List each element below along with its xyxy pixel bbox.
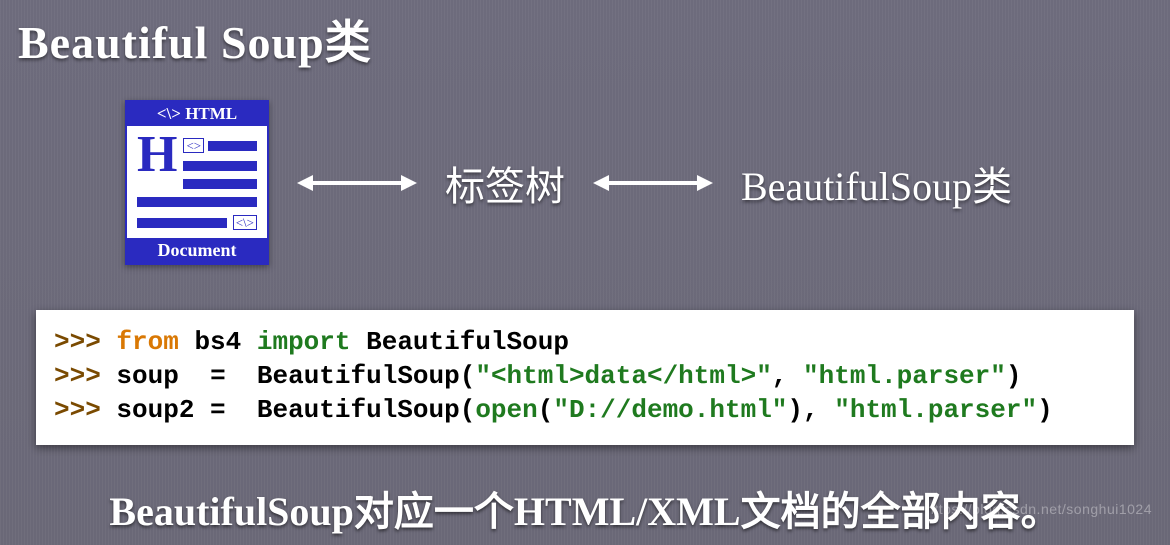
- paren-close: ): [787, 395, 803, 425]
- paren-close: ): [1037, 395, 1053, 425]
- var-soup2: soup2: [116, 395, 194, 425]
- doc-icon-header: <\> HTML: [127, 102, 267, 126]
- eq: =: [210, 361, 226, 391]
- eq: =: [210, 395, 226, 425]
- diagram-label-right: BeautifulSoup类: [741, 154, 1012, 212]
- paren-close: ): [1006, 361, 1022, 391]
- doc-icon-letter: H: [137, 132, 177, 179]
- class-name: BeautifulSoup: [257, 361, 460, 391]
- doc-icon-close-tag: <\>: [233, 215, 257, 230]
- paren-open: (: [538, 395, 554, 425]
- prompt: >>>: [54, 395, 101, 425]
- diagram-row: <\> HTML H <> <\> Document: [125, 100, 1012, 265]
- diagram-label-middle: 标签树: [445, 154, 565, 212]
- var-soup: soup: [116, 361, 178, 391]
- watermark: https://blog.csdn.net/songhui1024: [926, 501, 1152, 517]
- prompt: >>>: [54, 361, 101, 391]
- prompt: >>>: [54, 327, 101, 357]
- doc-icon-footer: Document: [127, 238, 267, 263]
- class-name: BeautifulSoup: [257, 395, 460, 425]
- str-parser: "html.parser": [803, 361, 1006, 391]
- comma: ,: [803, 395, 819, 425]
- kw-from: from: [116, 327, 178, 357]
- paren-open: (: [460, 395, 476, 425]
- fn-open: open: [475, 395, 537, 425]
- paren-open: (: [460, 361, 476, 391]
- code-block: >>> from bs4 import BeautifulSoup >>> so…: [36, 310, 1134, 445]
- str-path: "D://demo.html": [553, 395, 787, 425]
- module-name: bs4: [194, 327, 241, 357]
- str-parser: "html.parser": [834, 395, 1037, 425]
- html-document-icon: <\> HTML H <> <\> Document: [125, 100, 269, 265]
- kw-import: import: [257, 327, 351, 357]
- arrow-icon: [593, 171, 713, 195]
- slide-title: Beautiful Soup类: [18, 6, 372, 72]
- class-name: BeautifulSoup: [366, 327, 569, 357]
- arrow-icon: [297, 171, 417, 195]
- str-html: "<html>data</html>": [475, 361, 771, 391]
- comma: ,: [772, 361, 788, 391]
- doc-icon-tag: <>: [183, 138, 204, 153]
